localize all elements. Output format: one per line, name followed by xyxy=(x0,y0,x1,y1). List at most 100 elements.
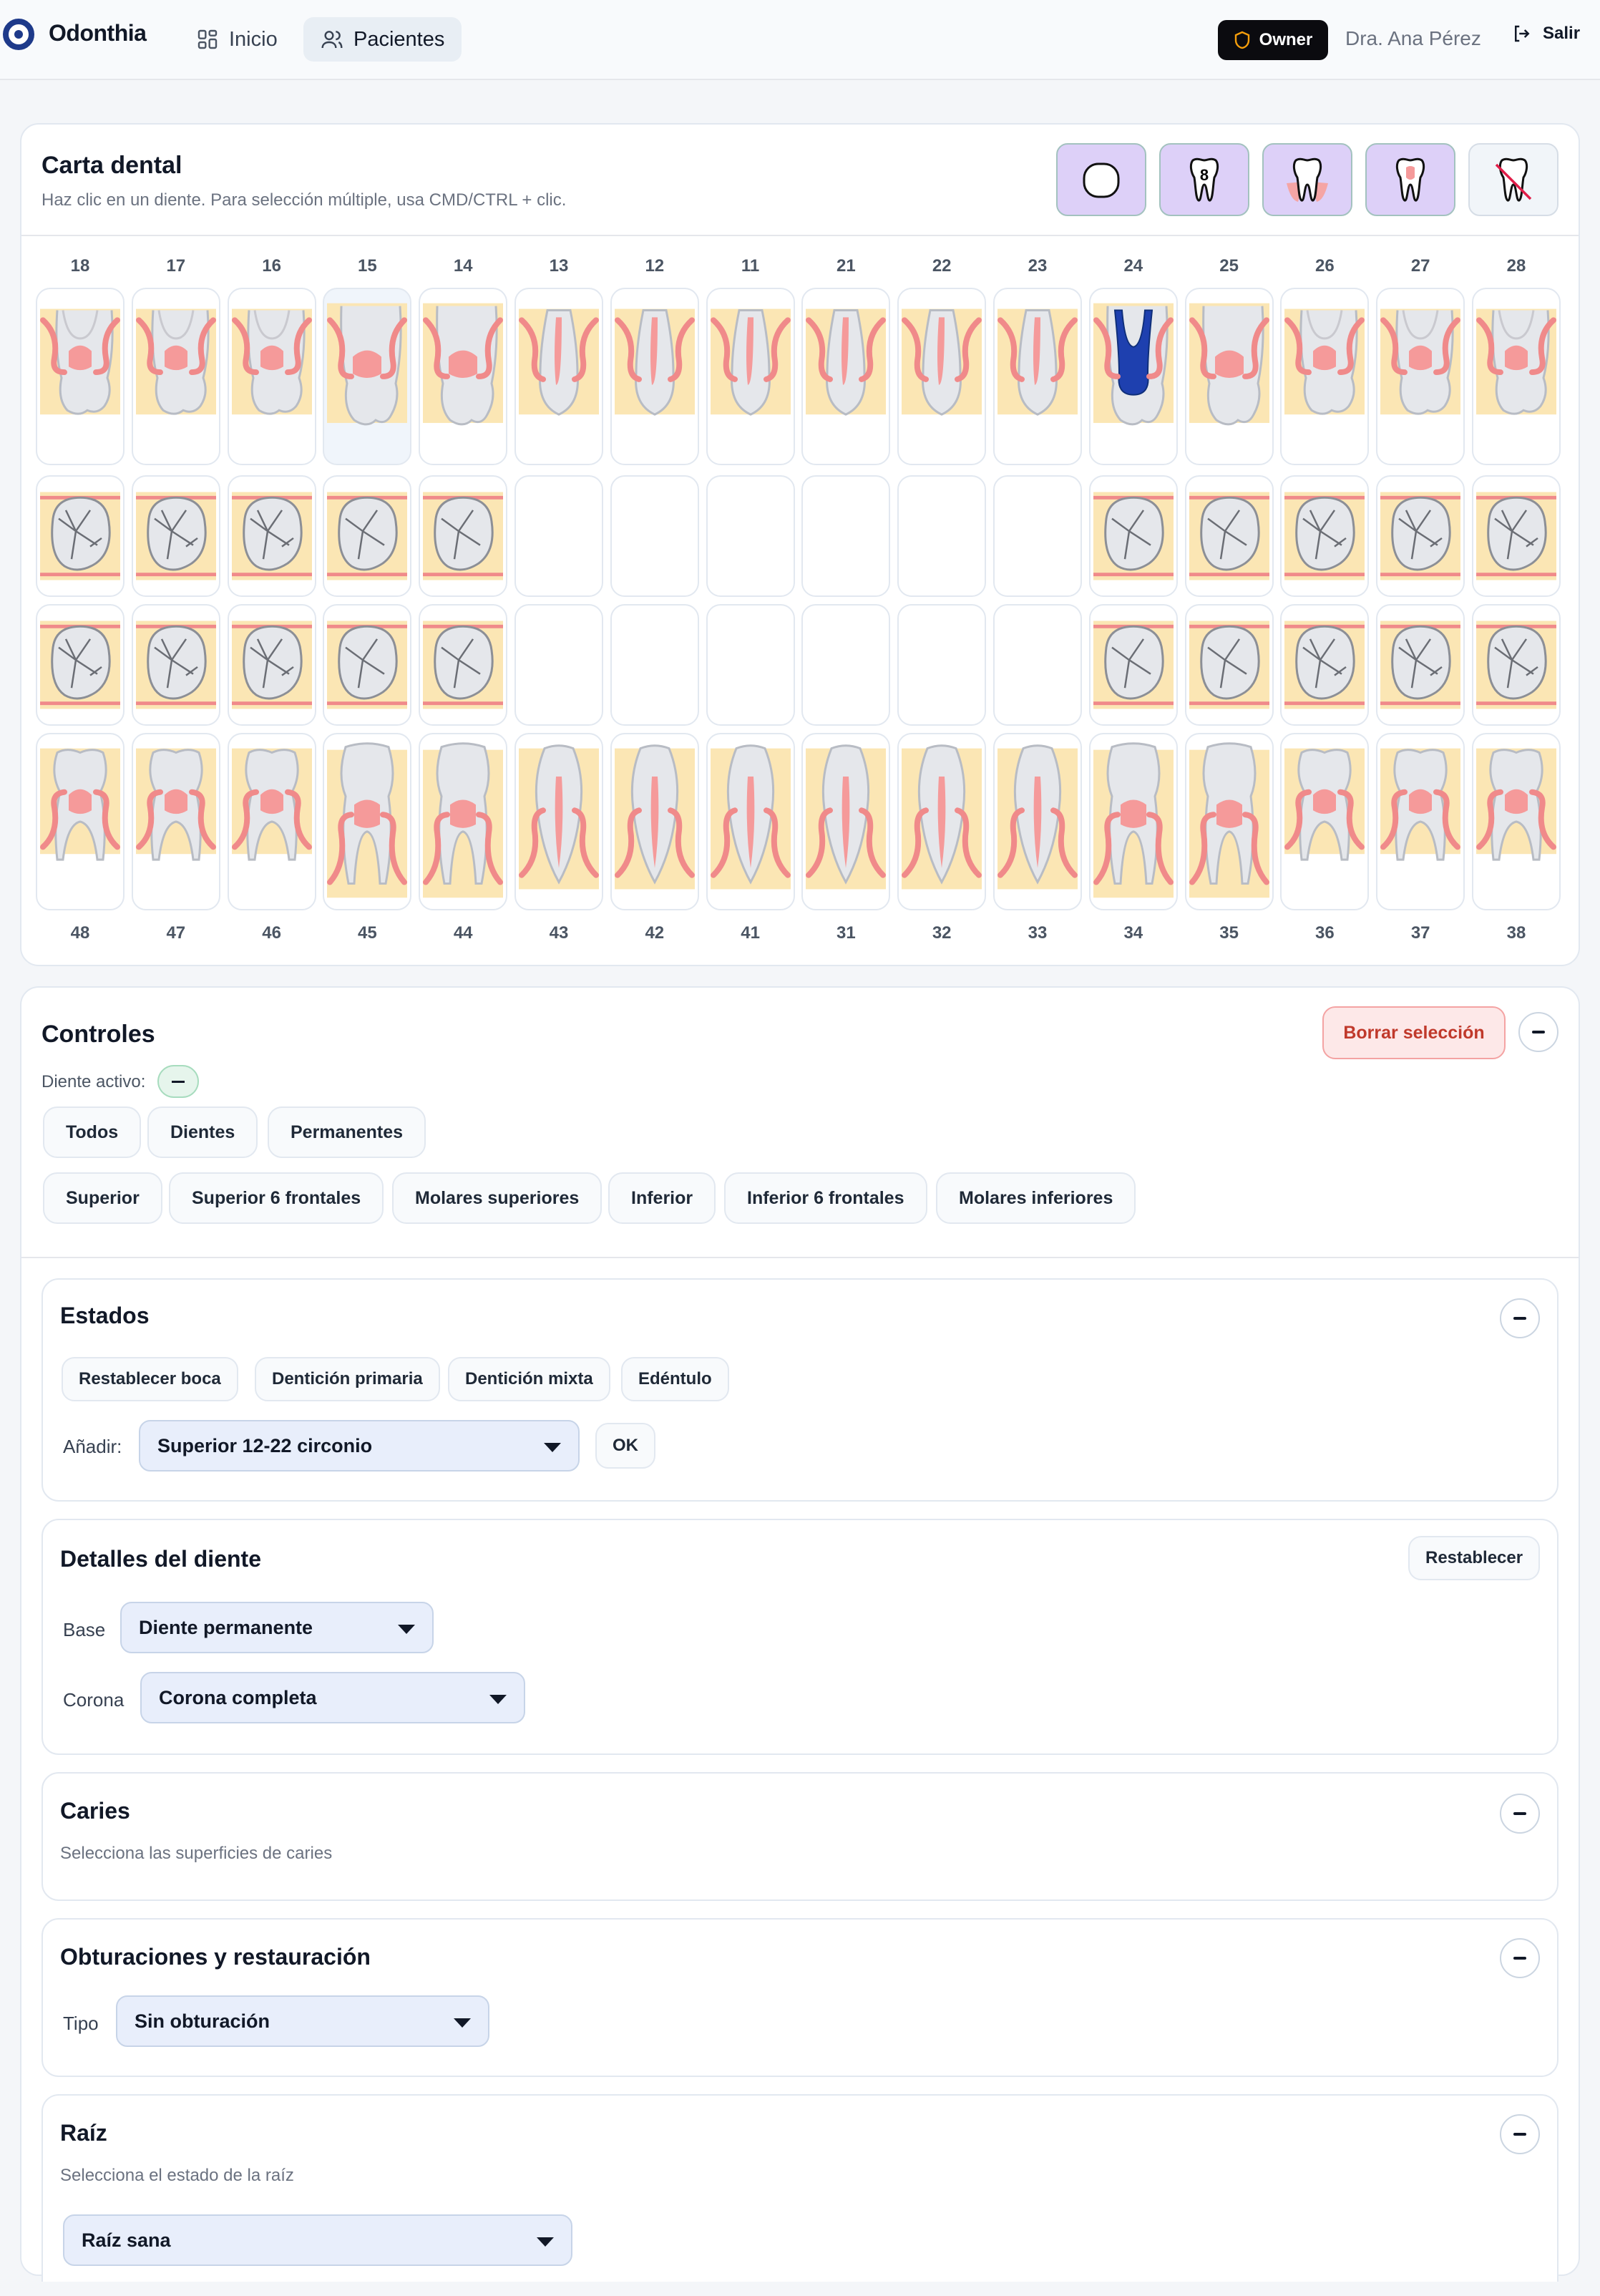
group-inferior-button[interactable]: Inferior xyxy=(608,1172,716,1224)
details-reset-button[interactable]: Restablecer xyxy=(1408,1536,1541,1580)
tooth-28-lateral[interactable] xyxy=(1472,288,1561,465)
group-molares-sup-button[interactable]: Molares superiores xyxy=(392,1172,603,1224)
tooth-41-occlusal[interactable] xyxy=(706,604,795,726)
tooth-38-occlusal[interactable] xyxy=(1472,604,1561,726)
tooth-17-occlusal[interactable] xyxy=(131,475,220,597)
tool-gum-button[interactable] xyxy=(1262,143,1352,216)
tooth-45-occlusal[interactable] xyxy=(323,604,412,726)
tooth-27-occlusal[interactable] xyxy=(1376,475,1465,597)
tooth-18-lateral[interactable] xyxy=(36,288,125,465)
group-permanentes-button[interactable]: Permanentes xyxy=(268,1106,426,1158)
group-inferior-6-button[interactable]: Inferior 6 frontales xyxy=(724,1172,927,1224)
tooth-15-lateral[interactable] xyxy=(323,288,412,465)
tool-outline-button[interactable] xyxy=(1056,143,1146,216)
logout-button[interactable]: Salir xyxy=(1511,23,1580,44)
tooth-36-lateral[interactable] xyxy=(1280,733,1370,910)
tooth-47-occlusal[interactable] xyxy=(131,604,220,726)
tooth-16-occlusal[interactable] xyxy=(227,475,316,597)
tooth-44-occlusal[interactable] xyxy=(419,604,508,726)
tooth-24-occlusal[interactable] xyxy=(1088,475,1178,597)
tooth-46-occlusal[interactable] xyxy=(227,604,316,726)
tooth-36-occlusal[interactable] xyxy=(1280,604,1370,726)
tooth-47-lateral[interactable] xyxy=(131,733,220,910)
tooth-25-occlusal[interactable] xyxy=(1184,475,1274,597)
tooth-11-lateral[interactable] xyxy=(706,288,795,465)
tooth-31-occlusal[interactable] xyxy=(801,604,891,726)
group-dientes-button[interactable]: Dientes xyxy=(147,1106,258,1158)
add-select[interactable]: Superior 12-22 circonio xyxy=(139,1420,580,1472)
tooth-22-occlusal[interactable] xyxy=(897,475,987,597)
tooth-44-lateral[interactable] xyxy=(419,733,508,910)
tooth-27-lateral[interactable] xyxy=(1376,288,1465,465)
group-superior-button[interactable]: Superior xyxy=(43,1172,162,1224)
tooth-16-lateral[interactable] xyxy=(227,288,316,465)
tooth-33-occlusal[interactable] xyxy=(993,604,1082,726)
tooth-25-lateral[interactable] xyxy=(1184,288,1274,465)
tooth-41-lateral[interactable] xyxy=(706,733,795,910)
tooth-23-lateral[interactable] xyxy=(993,288,1082,465)
ok-button[interactable]: OK xyxy=(595,1423,655,1469)
tooth-34-lateral[interactable] xyxy=(1088,733,1178,910)
crown-select[interactable]: Corona completa xyxy=(140,1672,525,1723)
nav-pacientes[interactable]: Pacientes xyxy=(303,17,462,62)
tooth-14-lateral[interactable] xyxy=(419,288,508,465)
tooth-26-occlusal[interactable] xyxy=(1280,475,1370,597)
collapse-root-button[interactable] xyxy=(1500,2114,1540,2154)
tooth-37-lateral[interactable] xyxy=(1376,733,1465,910)
tooth-35-lateral[interactable] xyxy=(1184,733,1274,910)
tooth-33-lateral[interactable] xyxy=(993,733,1082,910)
dental-chart-card: Carta dental Haz clic en un diente. Para… xyxy=(20,123,1580,966)
tooth-drawing-icon xyxy=(327,303,408,426)
primary-dentition-button[interactable]: Dentición primaria xyxy=(255,1357,440,1401)
collapse-states-button[interactable] xyxy=(1500,1298,1540,1338)
tool-pulp-button[interactable] xyxy=(1365,143,1455,216)
fillings-type-select[interactable]: Sin obturación xyxy=(116,1995,489,2047)
base-select[interactable]: Diente permanente xyxy=(120,1602,434,1653)
tooth-42-occlusal[interactable] xyxy=(610,604,699,726)
tooth-48-occlusal[interactable] xyxy=(36,604,125,726)
tooth-14-occlusal[interactable] xyxy=(419,475,508,597)
tooth-12-occlusal[interactable] xyxy=(610,475,699,597)
edentulous-button[interactable]: Edéntulo xyxy=(621,1357,729,1401)
tooth-43-lateral[interactable] xyxy=(514,733,603,910)
nav-inicio[interactable]: Inicio xyxy=(179,17,295,62)
tooth-12-lateral[interactable] xyxy=(610,288,699,465)
tooth-22-lateral[interactable] xyxy=(897,288,987,465)
tooth-13-lateral[interactable] xyxy=(514,288,603,465)
tooth-48-lateral[interactable] xyxy=(36,733,125,910)
tooth-42-lateral[interactable] xyxy=(610,733,699,910)
tooth-13-occlusal[interactable] xyxy=(514,475,603,597)
tooth-46-lateral[interactable] xyxy=(227,733,316,910)
tooth-18-occlusal[interactable] xyxy=(36,475,125,597)
tooth-28-occlusal[interactable] xyxy=(1472,475,1561,597)
tool-number-button[interactable]: 8 xyxy=(1159,143,1249,216)
tooth-11-occlusal[interactable] xyxy=(706,475,795,597)
tooth-21-lateral[interactable] xyxy=(801,288,891,465)
collapse-caries-button[interactable] xyxy=(1500,1794,1540,1834)
tooth-21-occlusal[interactable] xyxy=(801,475,891,597)
clear-selection-button[interactable]: Borrar selección xyxy=(1322,1006,1506,1059)
tooth-37-occlusal[interactable] xyxy=(1376,604,1465,726)
tooth-23-occlusal[interactable] xyxy=(993,475,1082,597)
group-todos-button[interactable]: Todos xyxy=(43,1106,142,1158)
tool-missing-button[interactable] xyxy=(1468,143,1558,216)
tooth-32-occlusal[interactable] xyxy=(897,604,987,726)
tooth-43-occlusal[interactable] xyxy=(514,604,603,726)
reset-mouth-button[interactable]: Restablecer boca xyxy=(62,1357,238,1401)
collapse-fillings-button[interactable] xyxy=(1500,1938,1540,1978)
tooth-32-lateral[interactable] xyxy=(897,733,987,910)
tooth-34-occlusal[interactable] xyxy=(1088,604,1178,726)
tooth-17-lateral[interactable] xyxy=(131,288,220,465)
tooth-38-lateral[interactable] xyxy=(1472,733,1561,910)
collapse-controls-button[interactable] xyxy=(1518,1012,1558,1052)
mixed-dentition-button[interactable]: Dentición mixta xyxy=(448,1357,610,1401)
tooth-45-lateral[interactable] xyxy=(323,733,412,910)
root-select[interactable]: Raíz sana xyxy=(63,2214,572,2266)
group-molares-inf-button[interactable]: Molares inferiores xyxy=(936,1172,1136,1224)
tooth-15-occlusal[interactable] xyxy=(323,475,412,597)
group-superior-6-button[interactable]: Superior 6 frontales xyxy=(169,1172,384,1224)
tooth-35-occlusal[interactable] xyxy=(1184,604,1274,726)
tooth-24-lateral[interactable] xyxy=(1088,288,1178,465)
tooth-26-lateral[interactable] xyxy=(1280,288,1370,465)
tooth-31-lateral[interactable] xyxy=(801,733,891,910)
